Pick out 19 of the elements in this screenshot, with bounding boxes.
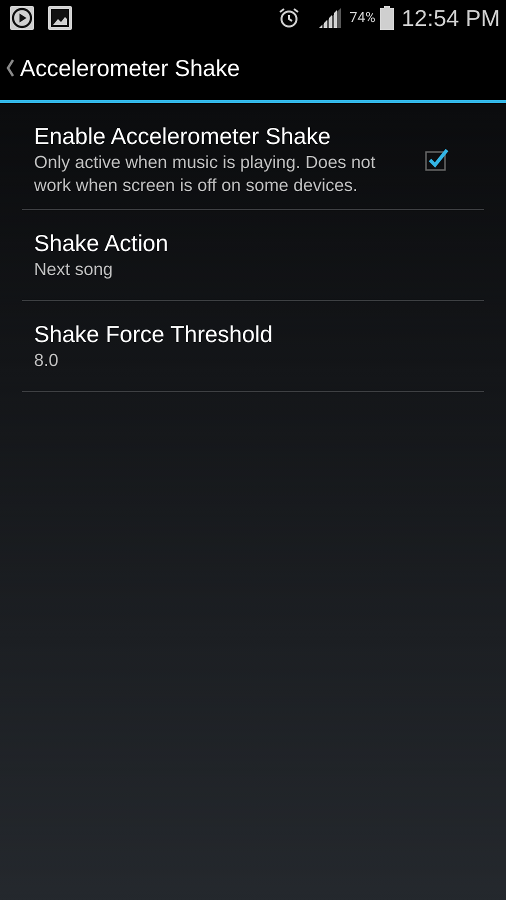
preference-summary: 8.0 (34, 348, 60, 372)
back-chevron-icon (6, 59, 14, 77)
battery-percentage: 74% (350, 10, 376, 26)
signal-icon (318, 7, 342, 29)
preference-title: Shake Force Threshold (34, 320, 274, 348)
preference-item[interactable]: Shake Action Next song (22, 210, 484, 301)
alarm-icon (278, 7, 300, 29)
preference-title: Enable Accelerometer Shake (34, 122, 332, 151)
play-icon (10, 6, 34, 30)
clock-time: 12:54 PM (402, 4, 500, 32)
preference-item[interactable]: Enable Accelerometer Shake Only active when music is playing. Does not work when screen is off on some devices. (22, 111, 484, 210)
preference-summary: Only active when music is playing. Does not work when screen is off on some devices. (34, 151, 376, 197)
preference-summary: Next song (34, 258, 114, 280)
checkbox[interactable] (424, 146, 450, 172)
battery-icon (380, 6, 394, 30)
preference-item[interactable]: Shake Force Threshold 8.0 (22, 301, 484, 392)
image-icon (48, 6, 72, 30)
preference-title: Shake Action (34, 228, 170, 258)
screen-title: Accelerometer Shake (20, 54, 240, 82)
